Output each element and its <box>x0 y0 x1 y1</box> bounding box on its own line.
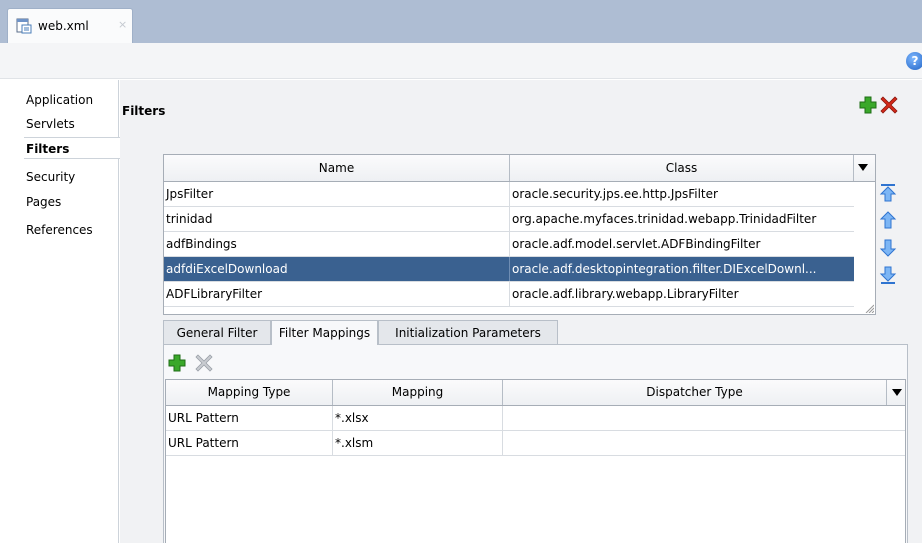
editor-header: ? <box>0 43 922 79</box>
close-icon[interactable]: × <box>118 18 127 31</box>
sidebar-item-filters[interactable]: Filters <box>24 137 120 159</box>
mapping-value: *.xlsx <box>333 406 503 430</box>
column-header-mapping[interactable]: Mapping <box>333 380 503 405</box>
table-row[interactable]: URL Pattern *.xlsm <box>166 431 905 456</box>
move-down-icon[interactable] <box>879 238 897 258</box>
table-row[interactable]: URL Pattern *.xlsx <box>166 406 905 431</box>
sidebar-nav: Application Servlets Filters Security Pa… <box>0 80 120 543</box>
table-row[interactable]: adfBindings oracle.adf.model.servlet.ADF… <box>164 232 854 257</box>
column-header-dispatcher-type[interactable]: Dispatcher Type <box>503 380 887 405</box>
table-row[interactable]: JpsFilter oracle.security.jps.ee.http.Jp… <box>164 182 854 207</box>
mapping-type: URL Pattern <box>166 406 333 430</box>
filters-table: Name Class JpsFilter oracle.security.jps… <box>163 154 876 315</box>
dispatcher-type <box>503 406 903 430</box>
table-row-selected[interactable]: adfdiExcelDownload oracle.adf.desktopint… <box>164 257 854 282</box>
mapping-type: URL Pattern <box>166 431 333 455</box>
filter-name: JpsFilter <box>164 182 510 206</box>
filter-name: adfBindings <box>164 232 510 256</box>
filter-name: trinidad <box>164 207 510 231</box>
table-row[interactable]: trinidad org.apache.myfaces.trinidad.web… <box>164 207 854 232</box>
remove-filter-button[interactable] <box>880 96 898 114</box>
mapping-value: *.xlsm <box>333 431 503 455</box>
filter-class: oracle.adf.desktopintegration.filter.DIE… <box>512 262 817 276</box>
page-title: Filters <box>122 104 166 118</box>
filter-mappings-table: Mapping Type Mapping Dispatcher Type URL… <box>165 379 906 543</box>
move-top-icon[interactable] <box>879 183 897 203</box>
move-bottom-icon[interactable] <box>879 265 897 285</box>
resize-grip-icon[interactable] <box>864 303 874 313</box>
help-icon[interactable]: ? <box>906 52 922 70</box>
editor-tab-label: web.xml <box>38 19 89 33</box>
sidebar-item-security[interactable]: Security <box>26 166 75 188</box>
editor-tab-bar: web.xml × <box>0 0 922 43</box>
add-filter-button[interactable] <box>859 96 877 114</box>
sidebar-item-pages[interactable]: Pages <box>26 191 61 213</box>
column-header-class[interactable]: Class <box>510 155 854 181</box>
filter-class: org.apache.myfaces.trinidad.webapp.Trini… <box>512 212 817 226</box>
filter-class: oracle.adf.library.webapp.LibraryFilter <box>512 287 739 301</box>
column-menu-icon[interactable] <box>892 389 902 397</box>
filter-name: ADFLibraryFilter <box>164 282 510 306</box>
table-row[interactable]: ADFLibraryFilter oracle.adf.library.weba… <box>164 282 854 307</box>
mappings-table-header: Mapping Type Mapping Dispatcher Type <box>166 380 905 406</box>
filter-class: oracle.adf.model.servlet.ADFBindingFilte… <box>512 237 761 251</box>
sidebar-item-references[interactable]: References <box>26 219 93 241</box>
tab-initialization-parameters[interactable]: Initialization Parameters <box>378 320 558 344</box>
dispatcher-type <box>503 431 903 455</box>
add-mapping-button[interactable] <box>168 354 186 372</box>
tab-general-filter[interactable]: General Filter <box>163 320 271 344</box>
filter-name: adfdiExcelDownload <box>164 257 510 281</box>
column-header-mapping-type[interactable]: Mapping Type <box>166 380 333 405</box>
editor-tab-web-xml[interactable]: web.xml × <box>7 8 133 43</box>
move-up-icon[interactable] <box>879 210 897 230</box>
filters-table-header: Name Class <box>164 155 875 182</box>
remove-mapping-button[interactable] <box>195 354 213 372</box>
tab-filter-mappings[interactable]: Filter Mappings <box>271 320 378 345</box>
column-menu-icon[interactable] <box>858 164 868 172</box>
sidebar-item-servlets[interactable]: Servlets <box>26 113 75 135</box>
sidebar-item-application[interactable]: Application <box>26 89 93 111</box>
filter-class: oracle.security.jps.ee.http.JpsFilter <box>512 187 718 201</box>
column-header-name[interactable]: Name <box>164 155 510 181</box>
xml-file-icon <box>16 18 32 34</box>
